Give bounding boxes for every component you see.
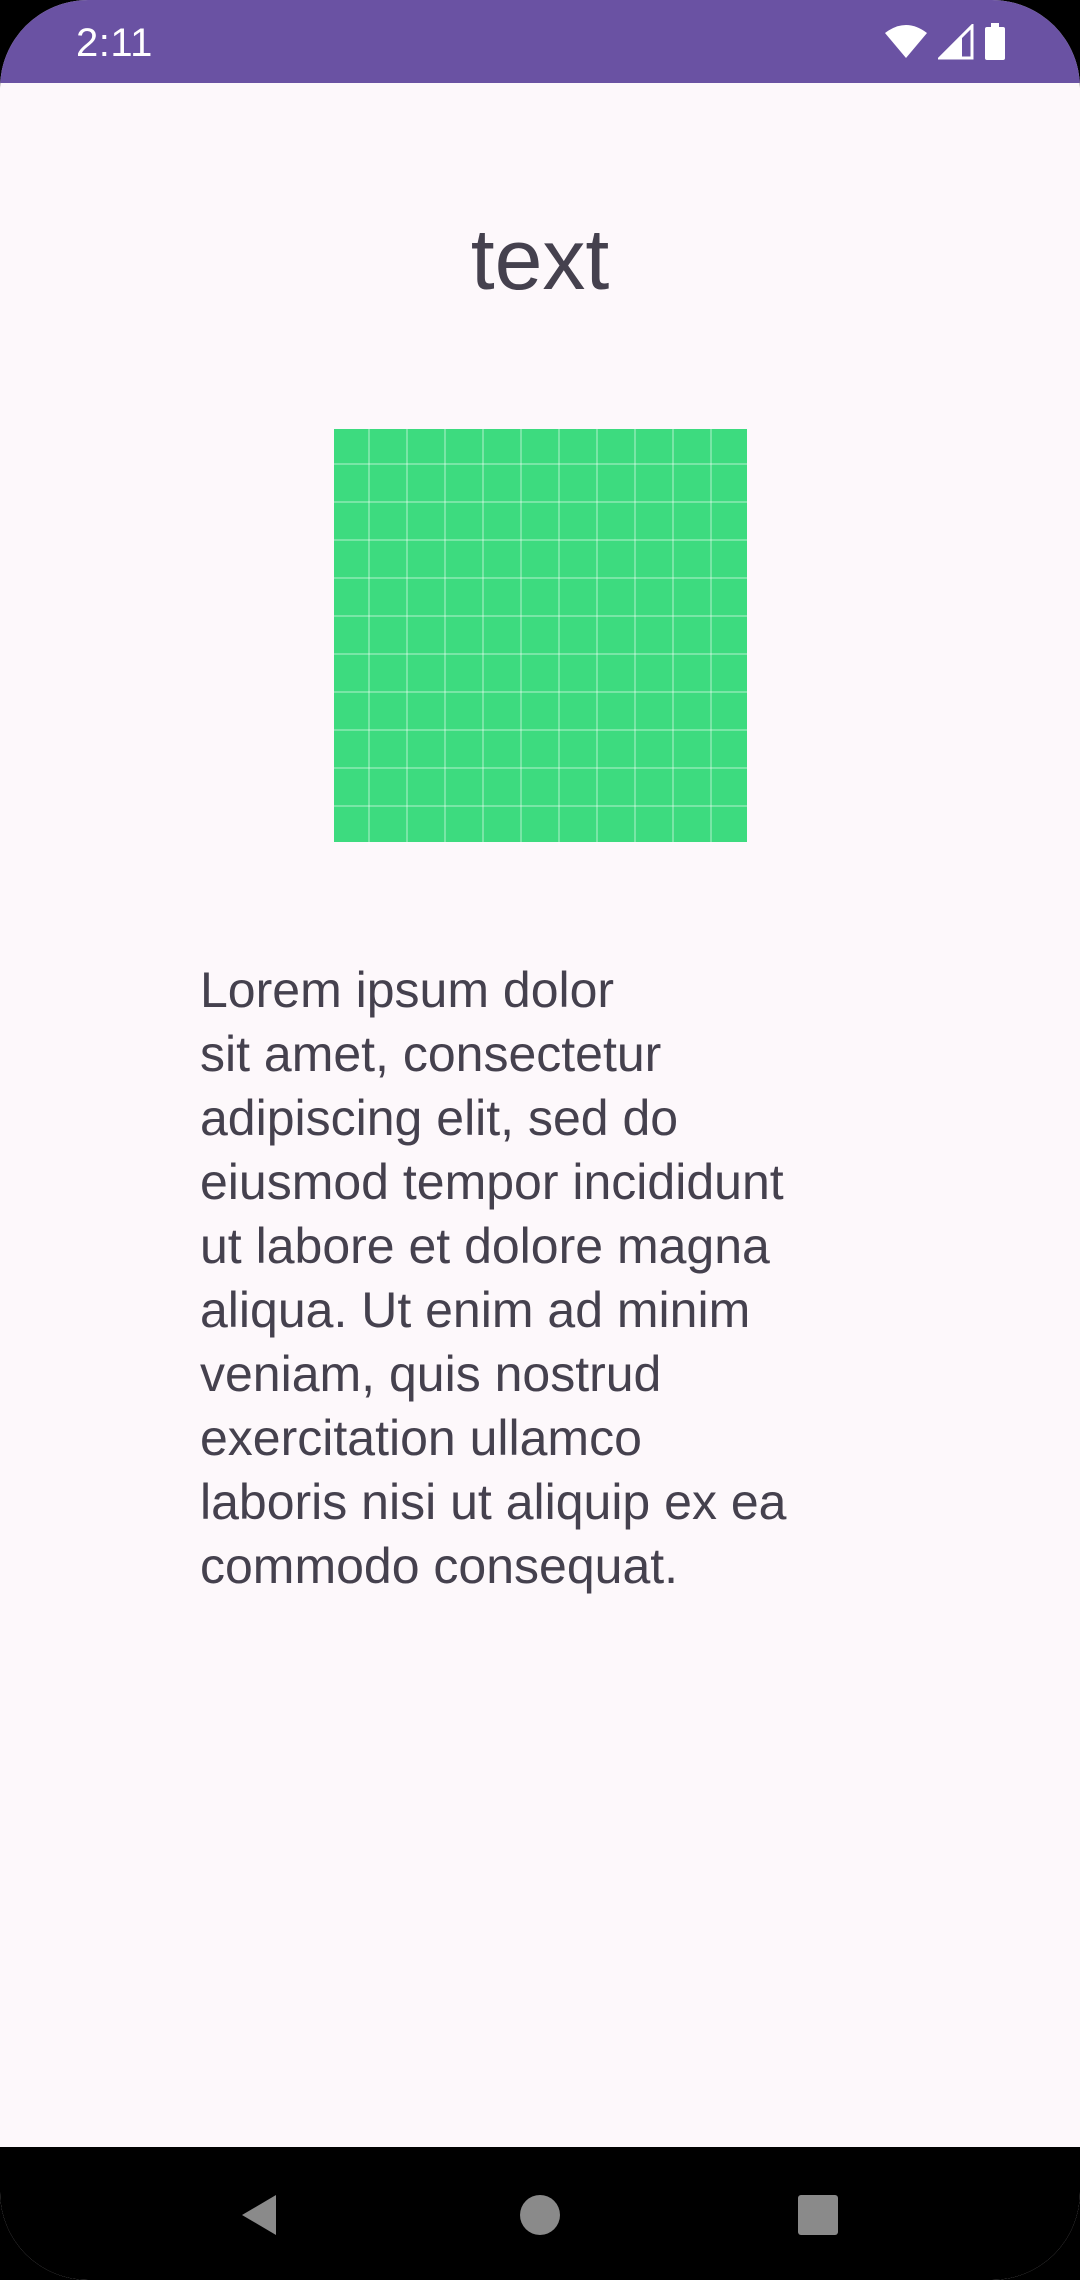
- status-icons: [884, 22, 1006, 62]
- battery-icon: [984, 23, 1006, 61]
- grid-placeholder-image: [334, 429, 747, 842]
- signal-icon: [938, 24, 974, 60]
- recents-button[interactable]: [788, 2185, 848, 2245]
- status-time: 2:11: [76, 21, 153, 65]
- home-icon: [520, 2195, 560, 2235]
- page-title: text: [470, 212, 610, 308]
- body-text: Lorem ipsum dolor sit amet, consectetur …: [200, 962, 787, 1594]
- app-screen: 2:11 text Lorem ipsum dolor sit amet, co…: [0, 0, 1080, 2280]
- home-button[interactable]: [510, 2185, 570, 2245]
- recents-icon: [798, 2195, 838, 2235]
- back-icon: [242, 2195, 276, 2235]
- status-bar: 2:11: [0, 0, 1080, 83]
- back-button[interactable]: [228, 2185, 288, 2245]
- wifi-icon: [884, 25, 928, 59]
